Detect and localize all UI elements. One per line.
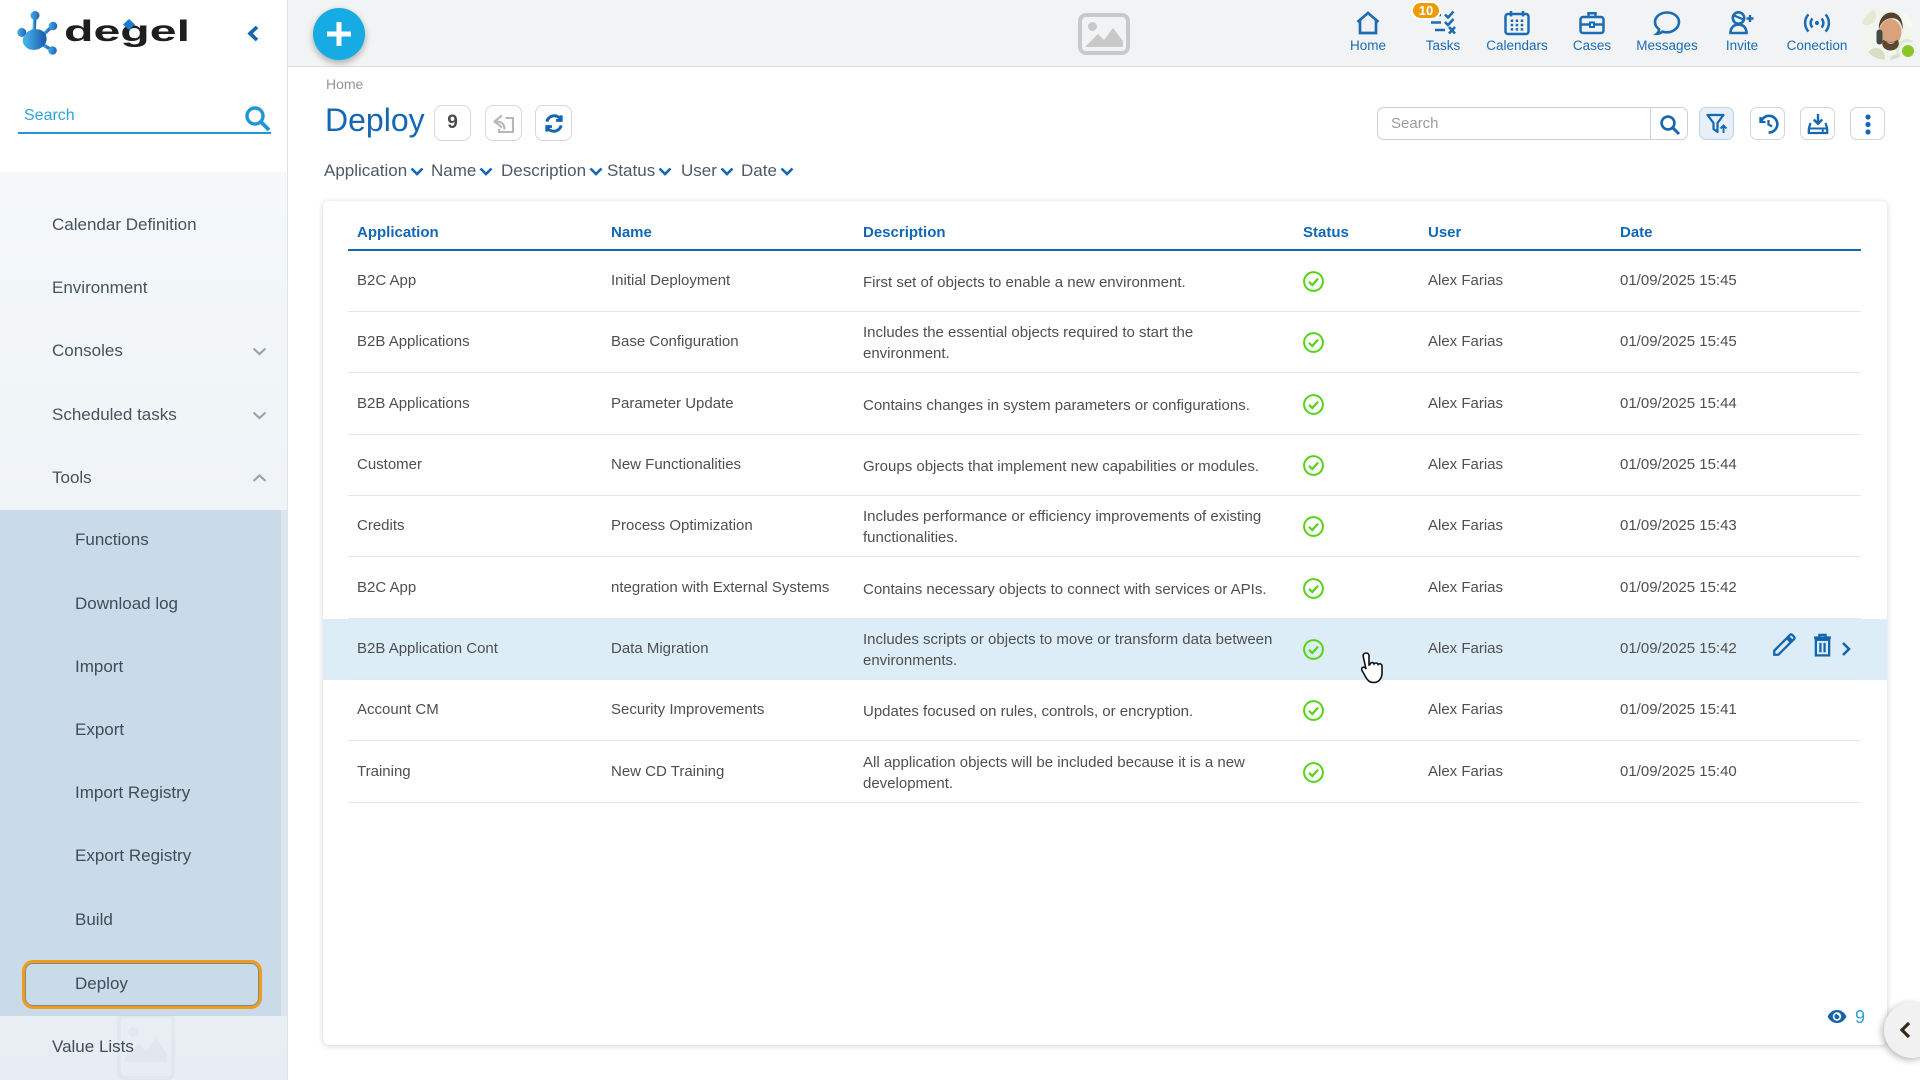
svg-text:degel: degel	[64, 15, 190, 48]
